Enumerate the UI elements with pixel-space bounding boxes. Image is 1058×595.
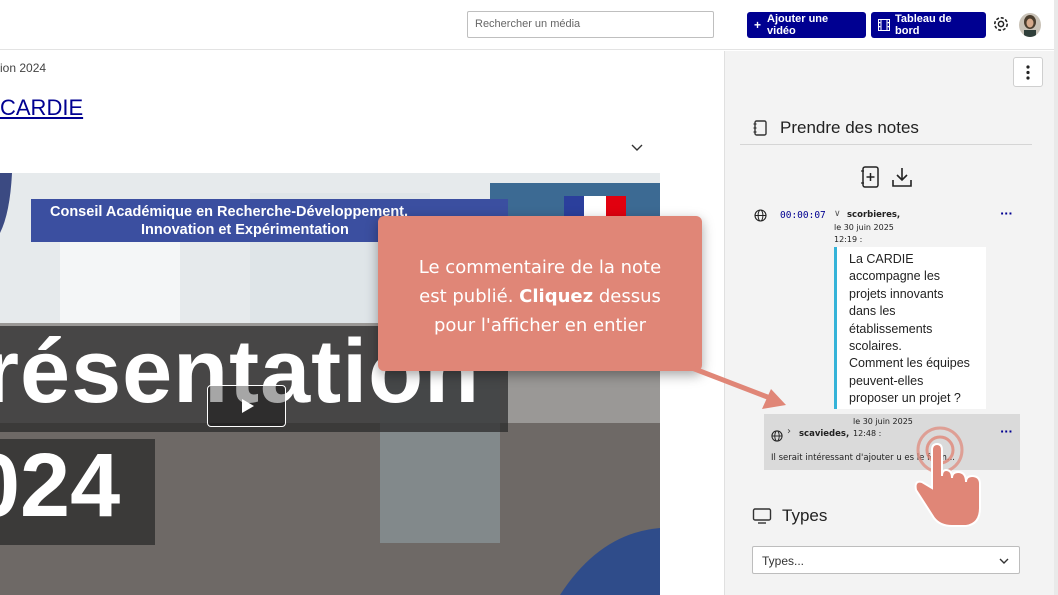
page-scrollbar[interactable] [1054,0,1058,595]
note-author: scorbieres, [847,210,901,220]
comment-text[interactable]: Il serait intéressant d'ajouter u es le … [771,453,955,463]
overlay-year: 024 [0,436,121,536]
chevron-down-icon [999,558,1009,564]
breadcrumb: ion 2024 [0,61,47,75]
note-time: 12:19 : [834,235,863,244]
chevron-down-icon[interactable] [630,140,644,154]
note-date: le 30 juin 2025 [834,223,894,232]
comment-date: le 30 juin 2025 [853,417,913,426]
callout-text: dessus [593,286,661,307]
chevron-right-icon[interactable]: › [787,426,791,437]
notes-toolbar [860,165,914,193]
types-select-value: Types... [762,554,805,568]
play-button[interactable] [207,385,286,427]
note-text-line: scolaires. [849,339,902,354]
callout-line-3: pour l'afficher en entier [433,315,647,336]
globe-icon [771,427,783,446]
note-text[interactable]: La CARDIE accompagne les projets innovan… [834,247,986,409]
notebook-icon [752,119,770,137]
add-video-button[interactable]: + Ajouter une vidéo [747,12,866,38]
notes-heading: Prendre des notes [752,118,919,138]
dashboard-label: Tableau de bord [895,13,952,37]
note-text-line: La CARDIE [849,252,914,266]
comment-more-button[interactable]: ··· [1000,425,1013,438]
note-text-line: établissements [849,321,933,336]
note-text-line: proposer un projet ? [849,391,961,406]
page-title[interactable]: CARDIE [0,95,83,121]
types-heading-label: Types [782,506,828,525]
notes-divider [740,144,1032,145]
monitor-icon [752,507,772,525]
add-note-icon[interactable] [860,165,882,193]
comment-author: scaviedes, [799,429,850,439]
globe-icon [754,207,767,226]
gear-icon[interactable] [991,14,1011,34]
banner-line-1: Conseil Académique en Recherche-Développ… [50,204,409,220]
callout-line-1: Le commentaire de la note [418,257,662,278]
more-options-button[interactable] [1013,57,1043,87]
note-timecode[interactable]: 00:00:07 [780,210,826,221]
callout-emphasis: Cliquez [519,286,594,307]
callout-line-2: est publié. Cliquez dessus [378,282,702,311]
note-text-line: dans les [849,304,896,319]
avatar[interactable] [1019,13,1041,37]
note-text-line: Comment les équipes [849,356,970,371]
expand-chevron-icon[interactable]: ∨ [834,209,841,219]
note-more-button[interactable]: ··· [1000,207,1013,220]
add-video-label: Ajouter une vidéo [767,13,829,37]
download-icon[interactable] [890,165,914,193]
comment-time: 12:48 : [853,429,882,438]
search-input[interactable]: Rechercher un média [467,11,714,38]
note-text-line: peuvent-elles [849,373,924,388]
dashboard-button[interactable]: Tableau de bord [871,12,986,38]
callout-text: est publié. [419,286,520,307]
notes-heading-label: Prendre des notes [780,118,919,137]
note-item[interactable]: 00:00:07 ∨ scorbieres, le 30 juin 2025 1… [752,205,1022,245]
top-bar: Rechercher un média + Ajouter une vidéo … [0,0,1058,50]
types-select[interactable]: Types... [752,546,1020,574]
plus-icon: + [754,18,762,32]
types-heading: Types [752,506,827,526]
tutorial-callout: Le commentaire de la note est publié. Cl… [378,216,702,371]
film-icon [878,19,890,31]
comment-item[interactable]: le 30 juin 2025 › scaviedes, 12:48 : ···… [764,414,1020,470]
play-icon [241,399,254,413]
banner-line-2: Innovation et Expérimentation [141,222,349,238]
note-text-line: accompagne les [849,269,941,284]
note-text-line: projets innovants [849,286,944,301]
